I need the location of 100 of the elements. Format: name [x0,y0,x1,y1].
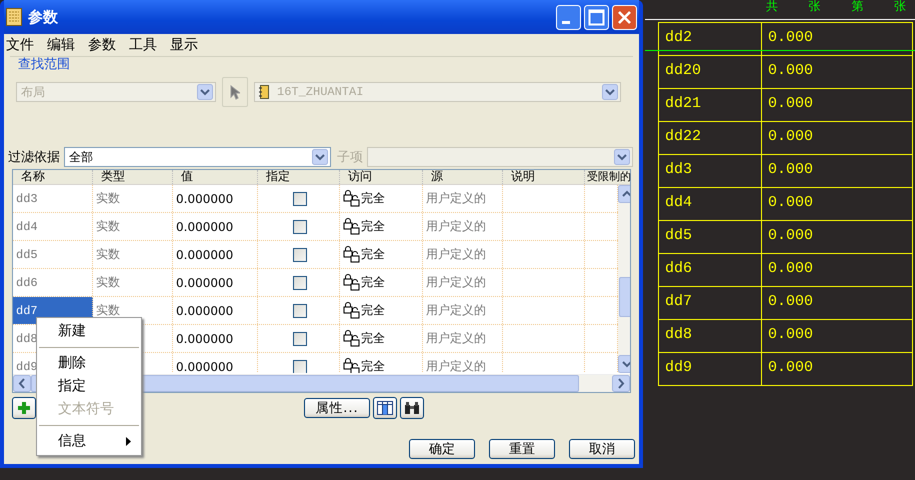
drawing-text: dd7 [659,287,762,319]
table-cell: 用户定义的 [423,325,503,352]
dialog-button[interactable]: 取消 [569,439,635,459]
scroll-right-button[interactable] [612,375,630,392]
drawing-text: dd8 [659,320,762,352]
group-label: 查找范围 [18,56,70,73]
menu-item[interactable]: 文件 [6,36,34,54]
menu-item[interactable]: 显示 [170,36,198,54]
drawing-text: 0.000 [767,358,814,378]
menu-item[interactable]: 删除 [37,352,141,375]
checkbox[interactable] [293,332,307,346]
plus-icon [18,402,30,414]
column-header[interactable]: 访问 [340,170,423,184]
table-cell: 完全 [361,358,385,373]
drawing-text: 0.000 [767,61,814,81]
column-header[interactable]: 指定 [258,170,340,184]
menu-item[interactable]: 信息 [37,430,141,453]
table-cell: 完全 [361,218,385,235]
binoculars-icon [404,401,420,415]
properties-button[interactable]: 属性... [304,398,370,418]
drawing-text: dd5 [659,221,762,253]
dialog-button[interactable]: 确定 [409,439,475,459]
lock-icon [343,190,361,207]
table-cell: 完全 [361,274,385,291]
maximize-button[interactable] [584,4,609,30]
lock-icon [343,246,361,263]
checkbox[interactable] [293,220,307,234]
drawing-text: dd4 [659,188,762,220]
table-cell: 完全 [361,190,385,207]
table-cell: 0.000000 [173,213,258,240]
column-header[interactable]: 类型 [93,170,173,184]
drawing-text: dd20 [659,56,762,88]
dialog-button[interactable]: 重置 [489,439,555,459]
lock-icon [343,358,361,373]
drawing-text: 0.000 [767,292,814,312]
field-label: 子项 [337,149,363,166]
table-cell: 0.000000 [173,325,258,352]
lock-icon [343,330,361,347]
checkbox[interactable] [293,276,307,290]
scroll-left-button[interactable] [13,375,31,392]
pointer-icon [230,84,240,100]
table-cell: 0.000000 [173,269,258,296]
menu-item[interactable]: 参数 [88,36,116,54]
add-button[interactable] [12,397,36,419]
field-label: 过滤依据 [8,149,60,166]
search-button[interactable] [400,397,424,419]
drawing-text: dd21 [659,89,762,121]
table-columns-icon [377,401,393,415]
column-header[interactable]: 名称 [13,170,93,184]
minimize-button[interactable] [556,4,581,30]
drawing-label: 第 [851,0,864,12]
table-cell: 用户定义的 [423,241,503,268]
column-header[interactable]: 源 [423,170,503,184]
checkbox[interactable] [293,304,307,318]
table-cell[interactable]: dd3 [13,185,93,212]
column-header[interactable]: 值 [173,170,258,184]
notebook-icon [259,85,269,99]
drawing-text: 0.000 [767,127,814,147]
table-cell: 用户定义的 [423,297,503,324]
table-cell: 0.000000 [173,297,258,324]
drawing-label: 张 [808,0,821,12]
drawing-text: 0.000 [767,94,814,114]
column-header[interactable]: 说明 [503,170,585,184]
checkbox[interactable] [293,192,307,206]
drawing-text: dd3 [659,155,762,187]
drawing-text: dd6 [659,254,762,286]
table-cell: 实数 [93,241,173,268]
table-cell: 用户定义的 [423,213,503,240]
menu-item[interactable]: 指定 [37,375,141,398]
drawing-text: 0.000 [767,193,814,213]
dropdown-value: 16T_ZHUANTAI [277,85,364,99]
close-button[interactable] [612,4,637,30]
table-cell[interactable]: dd4 [13,213,93,240]
table-cell[interactable]: dd6 [13,269,93,296]
table-cell[interactable]: dd5 [13,241,93,268]
drawing-text: dd22 [659,122,762,154]
menu-item[interactable]: 编辑 [47,36,75,54]
table-cell: 用户定义的 [423,185,503,212]
table-cell: 0.000000 [173,241,258,268]
drawing-text: dd9 [659,353,762,385]
table-cell: 实数 [93,185,173,212]
table-cell: 用户定义的 [423,269,503,296]
select-button[interactable] [222,77,248,107]
drawing-label: 张 [894,0,906,12]
checkbox[interactable] [293,248,307,262]
drawing-text: 0.000 [767,259,814,279]
columns-button[interactable] [373,397,397,419]
checkbox[interactable] [293,360,307,373]
drawing-label: 共 [766,0,778,12]
table-cell: 实数 [93,213,173,240]
menu-item[interactable]: 工具 [129,36,157,54]
window-icon [6,8,22,26]
drawing-text: 0.000 [767,28,814,48]
table-cell: 完全 [361,330,385,347]
dropdown[interactable]: 全部 [64,147,331,167]
lock-icon [343,218,361,235]
table-cell: 0.000000 [173,185,258,212]
table-cell: 实数 [93,269,173,296]
window-title: 参数 [28,8,59,26]
column-header[interactable]: 受限制的 [585,170,631,184]
